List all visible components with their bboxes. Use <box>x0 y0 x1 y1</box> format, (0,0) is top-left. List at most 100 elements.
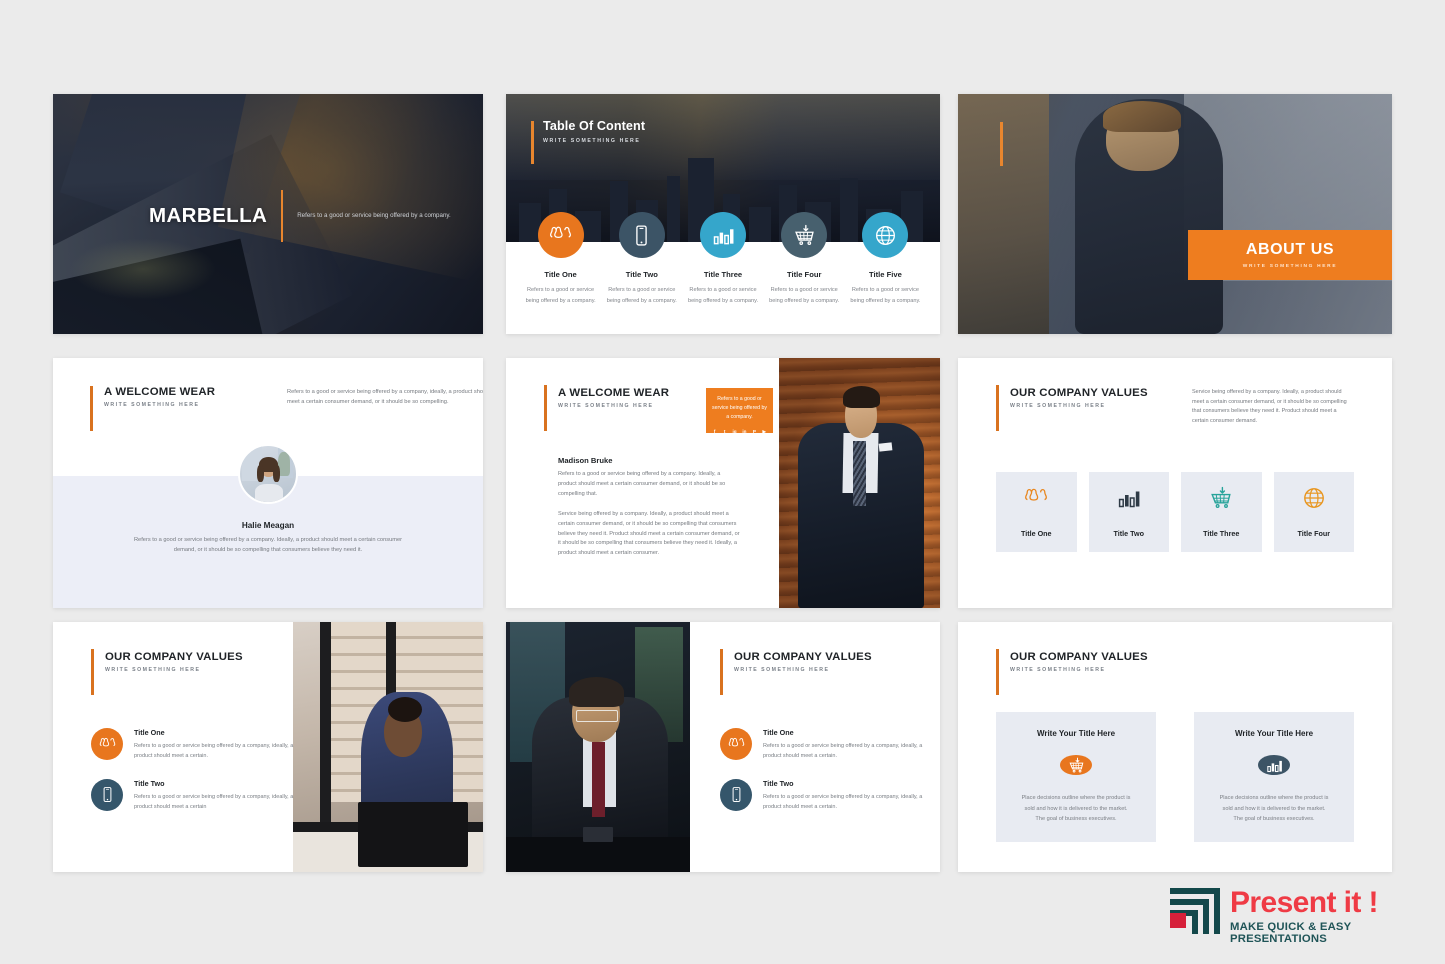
slide-4-subtitle: WRITE SOMETHING HERE <box>104 402 200 408</box>
accent-bar <box>720 649 723 695</box>
linkedin-icon[interactable]: in <box>742 428 747 435</box>
value-card-icon <box>1209 486 1233 515</box>
toc-item[interactable]: Title Four Refers to a good or service be… <box>764 212 845 307</box>
value-item-title: Title One <box>134 728 165 737</box>
slide-9-title: OUR COMPANY VALUES <box>1010 651 1148 663</box>
accent-bar <box>90 386 93 431</box>
value-card-label: Title Four <box>1297 529 1331 538</box>
woman-at-laptop-photo <box>293 622 483 872</box>
slide-7-title: OUR COMPANY VALUES <box>105 651 243 663</box>
slide-4-description: Refers to a good or service being offere… <box>287 389 483 405</box>
info-card-icon-circle <box>1258 755 1290 776</box>
globe-icon <box>1303 488 1324 508</box>
slide-9-subtitle: WRITE SOMETHING HERE <box>1010 667 1106 673</box>
value-card[interactable]: Title Three <box>1181 472 1262 552</box>
value-item-text: Refers to a good or service being offere… <box>134 743 294 759</box>
info-card-title: Write Your Title Here <box>1036 729 1116 738</box>
badge-text: Refers to a good or service being offere… <box>712 396 767 421</box>
value-item-title: Title Two <box>763 778 794 788</box>
slide-3-about-us[interactable]: ABOUT US WRITE SOMETHING HERE <box>958 94 1392 334</box>
toc-item[interactable]: Title Three Refers to a good or service b… <box>682 212 763 307</box>
info-card[interactable]: Write Your Title Here Place decisions ou… <box>996 712 1156 842</box>
value-item-body: Title One Refers to a good or service be… <box>763 728 930 762</box>
shopping-cart-icon <box>1211 486 1231 508</box>
value-item-title: Title One <box>763 728 794 737</box>
twitter-icon[interactable]: t <box>722 428 727 435</box>
slide-3-subtitle: WRITE SOMETHING HERE <box>1242 264 1338 269</box>
info-card-title: Write Your Title Here <box>1234 729 1314 738</box>
slide-1-title-text: MARBELLA <box>149 204 268 227</box>
value-card-icon <box>1024 486 1048 515</box>
value-card[interactable]: Title Four <box>1273 472 1354 552</box>
toc-item-title: Title Five <box>869 270 902 279</box>
value-card[interactable]: Title Two <box>1088 472 1169 552</box>
slide-7-company-values-photo-right[interactable]: OUR COMPANY VALUES WRITE SOMETHING HERE … <box>53 622 483 872</box>
slide-2-subtitle: WRITE SOMETHING HERE <box>543 138 641 144</box>
value-card[interactable]: Title One <box>996 472 1077 552</box>
value-item-icon-circle <box>91 778 123 811</box>
present-it-logo: Present it ! MAKE QUICK & EASY PRESENTAT… <box>1170 888 1445 945</box>
person-quote: Refers to a good or service being offere… <box>133 537 403 553</box>
logo-mark-icon <box>1170 888 1220 934</box>
slide-5-subtitle: WRITE SOMETHING HERE <box>558 403 654 409</box>
toc-item-icon-circle <box>781 212 828 258</box>
slide-2-table-of-content[interactable]: Table Of Content WRITE SOMETHING HERE Ti… <box>506 94 940 334</box>
value-item-text: Refers to a good or service being offere… <box>134 793 294 810</box>
social-badge: Refers to a good or service being offere… <box>706 388 773 435</box>
value-card-label: Title Three <box>1203 529 1240 538</box>
value-item-icon-circle <box>720 778 752 811</box>
logo-red-square <box>1170 913 1186 928</box>
value-card-label: Title One <box>1020 529 1052 538</box>
value-item-row[interactable]: Title One Refers to a good or service be… <box>720 728 930 762</box>
info-card[interactable]: Write Your Title Here Place decisions ou… <box>1194 712 1354 842</box>
slide-5-welcome-wear-bio[interactable]: A WELCOME WEAR WRITE SOMETHING HERE Refe… <box>506 358 940 608</box>
accent-bar <box>531 121 534 164</box>
pinterest-icon[interactable]: P <box>752 428 757 435</box>
toc-item-list: Title One Refers to a good or service bei… <box>506 212 940 307</box>
slide-1-content: MARBELLA Refers to a good or service bei… <box>149 190 451 242</box>
people-icon <box>550 226 572 238</box>
value-item-row[interactable]: Title Two Refers to a good or service be… <box>720 778 930 813</box>
youtube-icon[interactable]: ▶ <box>762 428 767 435</box>
toc-item-title: Title Two <box>625 270 658 279</box>
toc-item-text: Refers to a good or service being offere… <box>850 287 921 304</box>
slide-6-description: Service being offered by a company. Idea… <box>1192 389 1347 424</box>
toc-item-icon-circle <box>618 212 665 258</box>
instagram-icon[interactable]: ig <box>732 428 737 435</box>
person-name: Madison Bruke <box>558 456 613 465</box>
accent-bar <box>996 649 999 695</box>
toc-item[interactable]: Title Two Refers to a good or service bei… <box>601 212 682 307</box>
slide-9-header: OUR COMPANY VALUES WRITE SOMETHING HERE <box>996 649 1148 695</box>
toc-item-icon-circle <box>862 212 909 258</box>
facebook-icon[interactable]: f <box>712 428 717 435</box>
value-item-body: Title Two Refers to a good or service be… <box>134 779 301 813</box>
social-icon-row: f t ig in P ▶ <box>712 428 767 435</box>
info-card-text: Place decisions outline where the produc… <box>1219 795 1329 823</box>
value-item-icon-circle <box>720 728 752 760</box>
slide-1-title[interactable]: MARBELLA Refers to a good or service bei… <box>53 94 483 334</box>
value-item-row[interactable]: Title Two Refers to a good or service be… <box>91 778 301 813</box>
person-name: Halie Meagan <box>241 521 295 530</box>
accent-divider <box>281 190 284 242</box>
value-item-list: Title One Refers to a good or service be… <box>91 728 301 830</box>
slide-6-company-values-cards[interactable]: OUR COMPANY VALUES WRITE SOMETHING HERE … <box>958 358 1392 608</box>
shopping-cart-icon <box>1069 757 1083 773</box>
big-card-list: Write Your Title Here Place decisions ou… <box>996 712 1354 842</box>
slide-9-company-values-two-cards[interactable]: OUR COMPANY VALUES WRITE SOMETHING HERE … <box>958 622 1392 872</box>
toc-item[interactable]: Title One Refers to a good or service bei… <box>520 212 601 307</box>
man-with-phone-photo <box>506 622 690 872</box>
slide-8-title: OUR COMPANY VALUES <box>734 651 872 663</box>
slide-4-welcome-wear-profile[interactable]: A WELCOME WEAR WRITE SOMETHING HERE Refe… <box>53 358 483 608</box>
slide-8-company-values-photo-left[interactable]: OUR COMPANY VALUES WRITE SOMETHING HERE … <box>506 622 940 872</box>
people-icon <box>1025 488 1048 501</box>
toc-item[interactable]: Title Five Refers to a good or service be… <box>845 212 926 307</box>
slide-4-title: A WELCOME WEAR <box>104 386 216 398</box>
toc-item-title: Title Four <box>786 270 822 279</box>
value-item-body: Title One Refers to a good or service be… <box>134 728 301 762</box>
accent-bar <box>996 385 999 431</box>
slide-3-title: ABOUT US <box>1245 241 1335 258</box>
slide-5-header: A WELCOME WEAR WRITE SOMETHING HERE <box>544 385 669 431</box>
value-item-row[interactable]: Title One Refers to a good or service be… <box>91 728 301 762</box>
value-item-list: Title One Refers to a good or service be… <box>720 728 930 830</box>
slide-2-header: Table Of Content WRITE SOMETHING HERE <box>531 119 645 164</box>
